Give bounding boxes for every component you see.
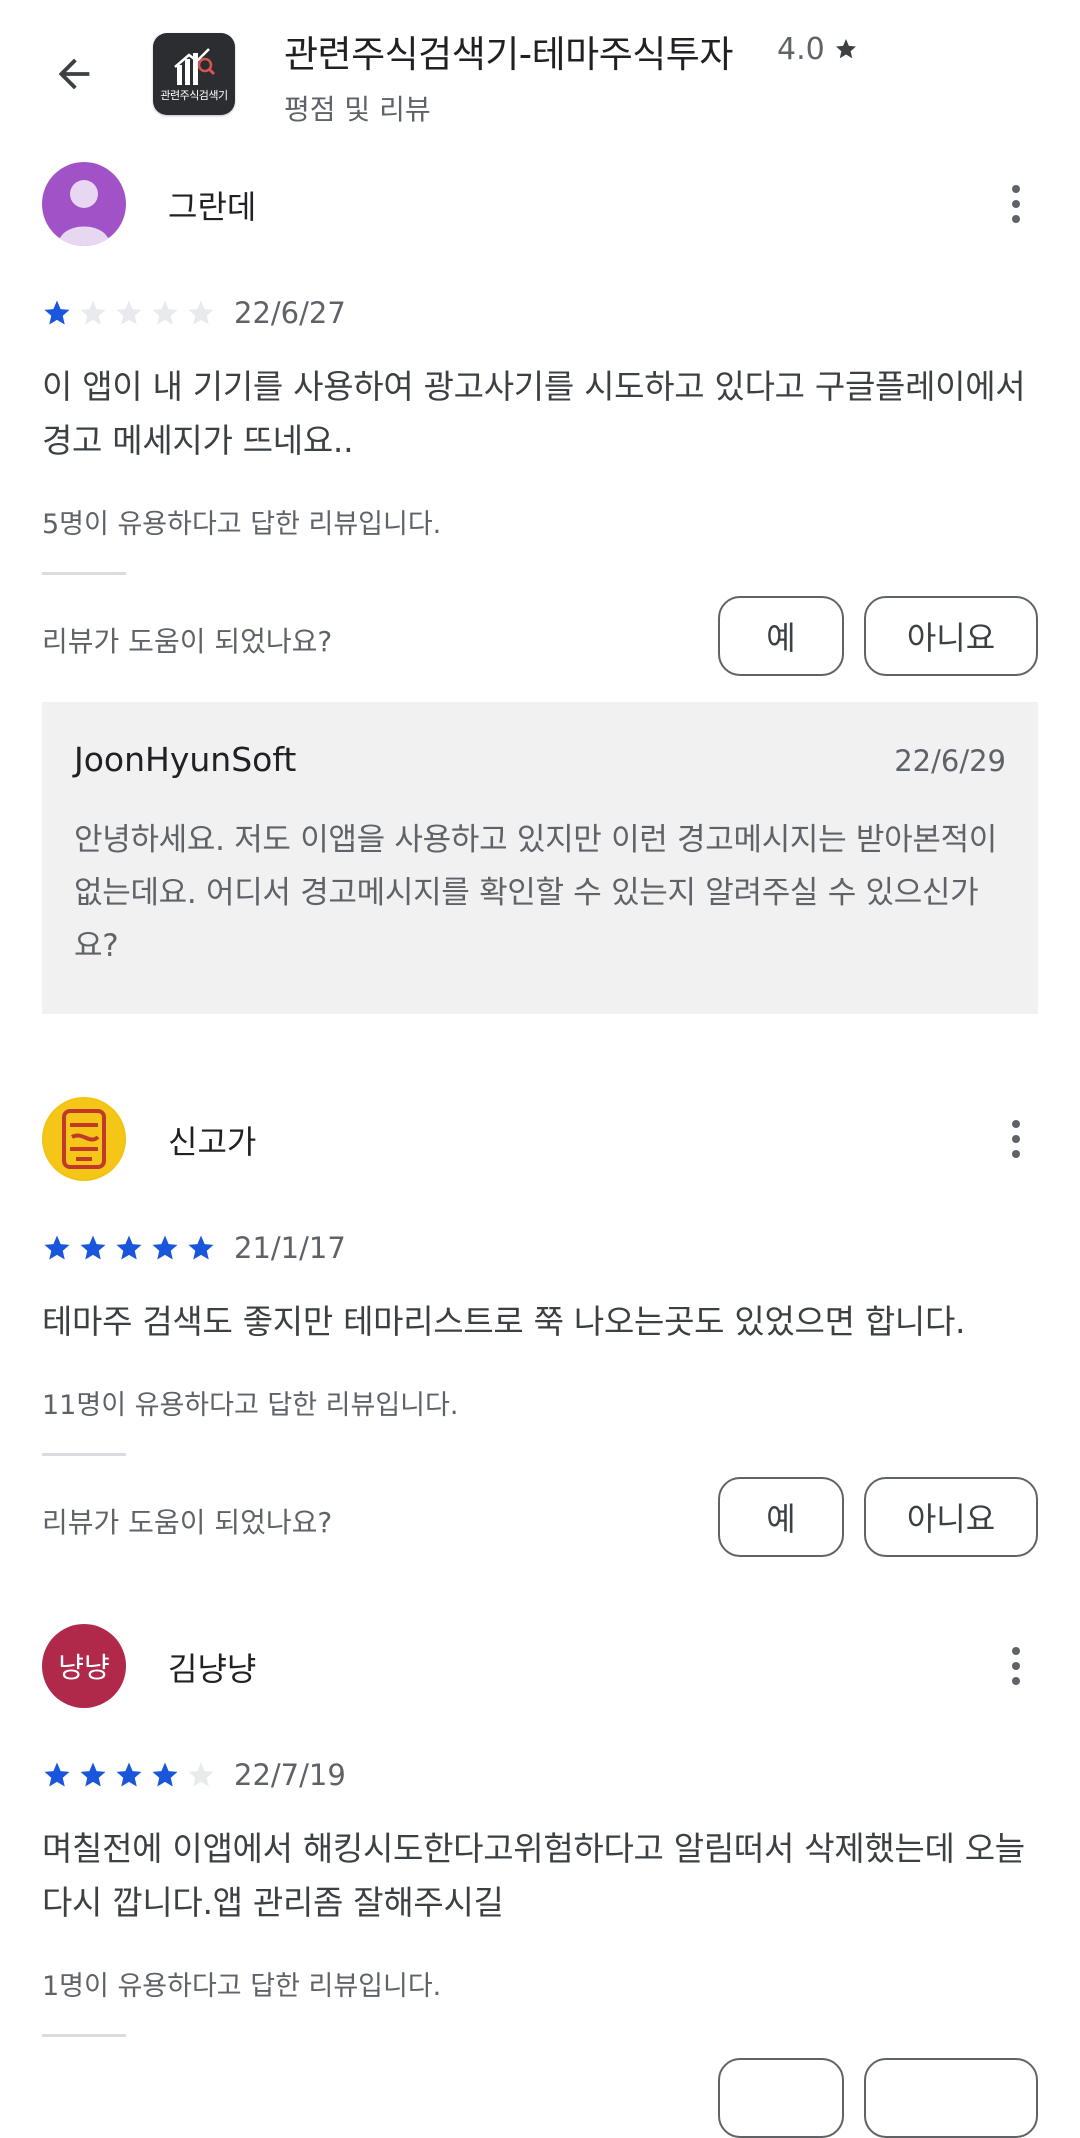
app-header: 관련주식검색기 관련주식검색기-테마주식투자 4.0 평점 및 리뷰	[0, 0, 1080, 150]
avatar[interactable]: 냥냥	[42, 1624, 126, 1708]
review-date: 21/1/17	[234, 1231, 346, 1265]
developer-reply: JoonHyunSoft 22/6/29 안녕하세요. 저도 이앱을 사용하고 …	[42, 702, 1038, 1014]
app-rating: 4.0	[777, 32, 858, 67]
no-button[interactable]	[864, 2058, 1038, 2138]
star-filled-icon	[188, 1235, 214, 1260]
seal-logo-icon	[44, 1099, 124, 1179]
star-filled-icon	[44, 1235, 70, 1260]
reply-text: 안녕하세요. 저도 이앱을 사용하고 있지만 이런 경고메시지는 받아본적이 없…	[74, 822, 998, 964]
reviewer-name: 김냥냥	[168, 1650, 257, 1688]
review-text: 테마주 검색도 좋지만 테마리스트로 쭉 나오는곳도 있었으면 합니다.	[42, 1302, 966, 1341]
arrow-back-icon	[58, 58, 90, 90]
app-rating-value: 4.0	[777, 32, 825, 67]
helpful-count: 5명이 유용하다고 답한 리뷰입니다.	[42, 509, 442, 540]
star-filled-icon	[116, 1762, 142, 1787]
helpful-count: 1명이 유용하다고 답한 리뷰입니다.	[42, 1971, 442, 2002]
star-rating	[42, 1760, 216, 1790]
page-subtitle: 평점 및 리뷰	[284, 93, 431, 126]
helpful-count: 11명이 유용하다고 답한 리뷰입니다.	[42, 1390, 459, 1421]
yes-button[interactable]: 예	[718, 1477, 844, 1557]
helpful-question: 리뷰가 도움이 되었나요?	[42, 625, 333, 658]
app-icon[interactable]: 관련주식검색기	[153, 33, 235, 115]
more-options-button[interactable]	[996, 174, 1036, 234]
star-filled-icon	[152, 1762, 178, 1787]
review-date: 22/6/27	[234, 296, 346, 330]
star-filled-icon	[80, 1762, 106, 1787]
star-icon	[836, 39, 857, 59]
star-filled-icon	[116, 1235, 142, 1260]
more-options-button[interactable]	[996, 1636, 1036, 1696]
star-rating	[42, 1233, 216, 1263]
review-date: 22/7/19	[234, 1758, 346, 1792]
star-filled-icon	[44, 300, 70, 325]
review-text: 이 앱이 내 기기를 사용하여 광고사기를 시도하고 있다고 구글플레이에서 경…	[42, 367, 1026, 460]
star-empty-icon	[188, 1762, 214, 1787]
avatar[interactable]	[42, 1097, 126, 1181]
review-text: 며칠전에 이앱에서 해킹시도한다고위험하다고 알림떠서 삭제했는데 오늘 다시 …	[42, 1829, 1025, 1922]
no-button[interactable]: 아니요	[864, 1477, 1038, 1557]
avatar[interactable]	[42, 162, 126, 246]
reviewer-name: 그란데	[168, 188, 257, 226]
star-filled-icon	[80, 1235, 106, 1260]
star-empty-icon	[80, 300, 106, 325]
reply-date: 22/6/29	[894, 744, 1006, 778]
app-icon-label: 관련주식검색기	[160, 89, 228, 102]
reply-author: JoonHyunSoft	[74, 740, 297, 779]
star-empty-icon	[152, 300, 178, 325]
back-button[interactable]	[44, 44, 104, 104]
reviewer-name: 신고가	[168, 1123, 257, 1161]
divider	[42, 1453, 126, 1456]
star-empty-icon	[188, 300, 214, 325]
app-title: 관련주식검색기-테마주식투자	[284, 33, 733, 76]
divider	[42, 572, 126, 575]
no-button[interactable]: 아니요	[864, 596, 1038, 676]
yes-button[interactable]: 예	[718, 596, 844, 676]
star-filled-icon	[44, 1762, 70, 1787]
yes-button[interactable]	[718, 2058, 844, 2138]
person-icon	[58, 180, 110, 246]
divider	[42, 2034, 126, 2037]
star-empty-icon	[116, 300, 142, 325]
star-filled-icon	[152, 1235, 178, 1260]
helpful-question: 리뷰가 도움이 되었나요?	[42, 1506, 333, 1539]
star-rating	[42, 298, 216, 328]
more-options-button[interactable]	[996, 1109, 1036, 1169]
